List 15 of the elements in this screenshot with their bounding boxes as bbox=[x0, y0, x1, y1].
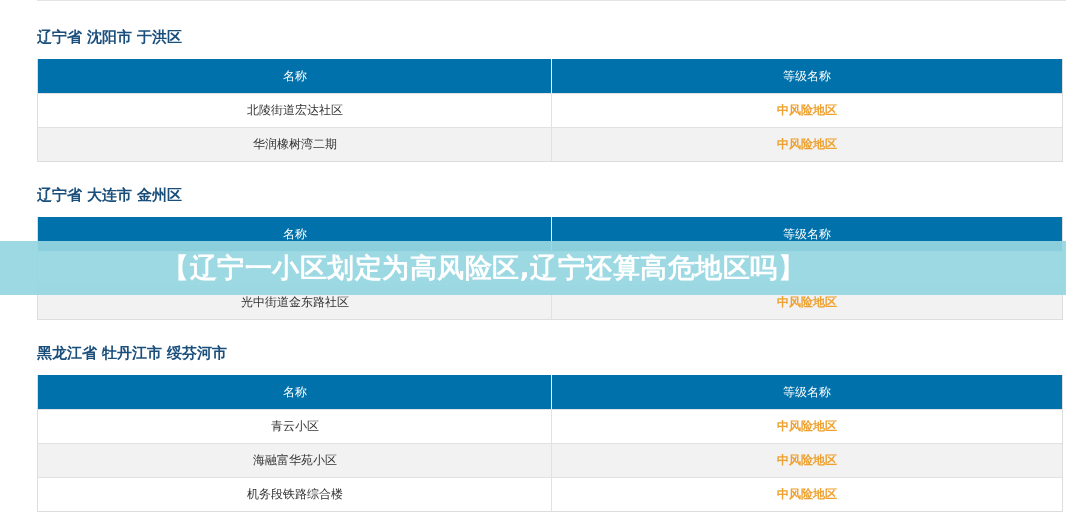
column-header: 等级名称 bbox=[551, 59, 1062, 93]
title-banner: 【辽宁一小区划定为高风险区,辽宁还算高危地区吗】 bbox=[0, 241, 1066, 295]
table-cell: 中风险地区 bbox=[551, 443, 1062, 477]
region-heading: 黑龙江省 牡丹江市 绥芬河市 bbox=[37, 342, 229, 364]
column-header: 名称 bbox=[38, 375, 551, 409]
table-cell: 中风险地区 bbox=[551, 409, 1062, 443]
table-cell: 华润橡树湾二期 bbox=[38, 127, 551, 161]
table-cell: 中风险地区 bbox=[551, 93, 1062, 127]
region-heading: 辽宁省 大连市 金州区 bbox=[37, 184, 184, 206]
column-header: 等级名称 bbox=[551, 375, 1062, 409]
column-header: 名称 bbox=[38, 59, 551, 93]
table-cell: 海融富华苑小区 bbox=[38, 443, 551, 477]
region-heading: 辽宁省 沈阳市 于洪区 bbox=[37, 26, 184, 48]
table-cell: 中风险地区 bbox=[551, 127, 1062, 161]
table-cell: 中风险地区 bbox=[551, 477, 1062, 511]
